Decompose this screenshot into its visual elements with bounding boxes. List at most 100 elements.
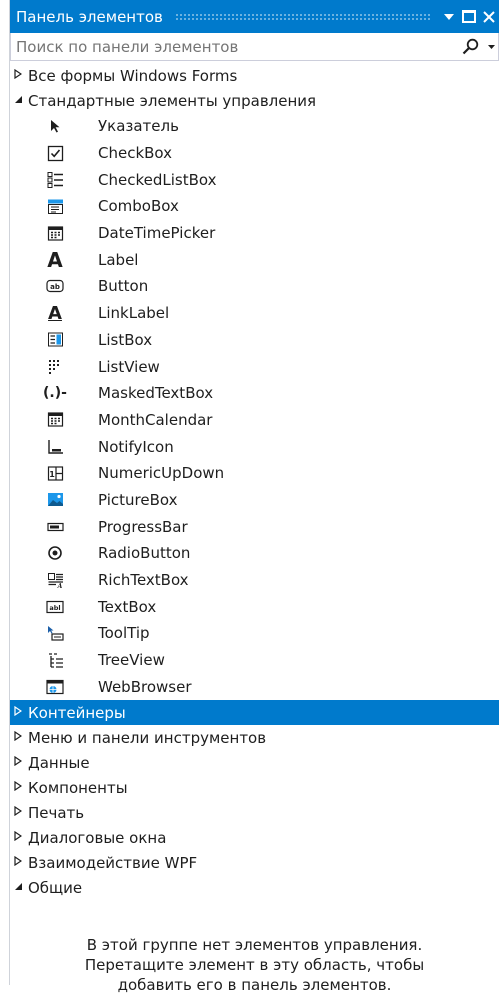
category-menus-toolbars[interactable]: Меню и панели инструментов	[10, 725, 499, 750]
item-label: CheckBox	[98, 144, 173, 163]
item-label: Label	[98, 250, 139, 269]
progressbar-icon	[46, 518, 64, 536]
listbox-icon	[46, 331, 64, 349]
toolbox-item-treeview[interactable]: TreeView	[10, 647, 499, 674]
radiobutton-icon	[46, 544, 64, 562]
toolbox-item-listview[interactable]: ListView	[10, 353, 499, 380]
category-label: Печать	[28, 803, 85, 822]
toolbox-item-pointer[interactable]: Указатель	[10, 113, 499, 140]
item-label: PictureBox	[98, 490, 178, 509]
item-label: MaskedTextBox	[98, 384, 214, 403]
toolbox-item-listbox[interactable]: ListBox	[10, 327, 499, 354]
panel-title: Панель элементов	[16, 7, 163, 26]
toolbox-item-numericupdown[interactable]: 1 NumericUpDown	[10, 460, 499, 487]
item-label: DateTimePicker	[98, 224, 216, 243]
combobox-icon	[46, 197, 64, 215]
expanded-arrow-icon[interactable]	[14, 882, 28, 894]
category-label: Меню и панели инструментов	[28, 728, 267, 747]
title-bar[interactable]: Панель элементов	[10, 0, 499, 33]
collapsed-arrow-icon[interactable]	[14, 856, 28, 869]
empty-message-line: добавить его в панель элементов.	[117, 976, 392, 995]
collapsed-arrow-icon[interactable]	[14, 731, 28, 744]
item-label: Button	[98, 277, 149, 296]
listview-icon	[46, 358, 64, 376]
item-label: TreeView	[98, 651, 165, 670]
button-icon: ab	[46, 277, 64, 295]
title-grip[interactable]	[174, 13, 431, 20]
category-label: Стандартные элементы управления	[28, 91, 317, 110]
toolbox-item-datetimepicker[interactable]: DateTimePicker	[10, 220, 499, 247]
toolbox-panel: Панель элементов Все формы Windows Forms	[9, 0, 499, 994]
toolbox-item-checkbox[interactable]: CheckBox	[10, 140, 499, 167]
toolbox-item-linklabel[interactable]: A LinkLabel	[10, 300, 499, 327]
linklabel-icon: A	[48, 302, 62, 324]
empty-message-line: В этой группе нет элементов управления.	[86, 936, 423, 955]
item-label: ToolTip	[98, 624, 150, 643]
category-printing[interactable]: Печать	[10, 800, 499, 825]
toolbox-item-checkedlistbox[interactable]: CheckedListBox	[10, 166, 499, 193]
toolbox-item-webbrowser[interactable]: WebBrowser	[10, 673, 499, 700]
category-components[interactable]: Компоненты	[10, 775, 499, 800]
search-input[interactable]	[16, 37, 462, 56]
textbox-icon: abl	[46, 598, 64, 616]
category-label: Взаимодействие WPF	[28, 853, 198, 872]
numericupdown-icon: 1	[46, 464, 64, 482]
category-label: Контейнеры	[28, 703, 126, 722]
category-label: Компоненты	[28, 778, 128, 797]
checkbox-icon	[46, 144, 64, 162]
collapsed-arrow-icon[interactable]	[14, 831, 28, 844]
treeview-icon	[46, 651, 64, 669]
category-all-windows-forms[interactable]: Все формы Windows Forms	[10, 63, 499, 88]
item-label: MonthCalendar	[98, 410, 213, 429]
item-label: RadioButton	[98, 544, 191, 563]
maskedtextbox-icon: (.)-	[43, 385, 67, 402]
item-label: RichTextBox	[98, 571, 189, 590]
toolbox-item-notifyicon[interactable]: NotifyIcon	[10, 433, 499, 460]
notifyicon-icon	[46, 438, 64, 456]
category-label: Данные	[28, 753, 90, 772]
item-label: ListView	[98, 357, 160, 376]
collapsed-arrow-icon[interactable]	[14, 756, 28, 769]
search-box[interactable]	[10, 33, 499, 61]
toolbox-item-maskedtextbox[interactable]: (.)- MaskedTextBox	[10, 380, 499, 407]
svg-text:abl: abl	[49, 604, 60, 612]
category-containers[interactable]: Контейнеры	[10, 700, 499, 726]
maximize-icon[interactable]	[459, 5, 479, 29]
category-standard-controls[interactable]: Стандартные элементы управления	[10, 88, 499, 113]
svg-text:ab: ab	[50, 283, 60, 291]
toolbox-item-radiobutton[interactable]: RadioButton	[10, 540, 499, 567]
item-label: Указатель	[98, 117, 179, 136]
expanded-arrow-icon[interactable]	[14, 95, 28, 107]
category-data[interactable]: Данные	[10, 750, 499, 775]
category-general[interactable]: Общие	[10, 875, 499, 900]
item-label: TextBox	[98, 597, 157, 616]
toolbox-item-tooltip[interactable]: ToolTip	[10, 620, 499, 647]
toolbox-item-button[interactable]: ab Button	[10, 273, 499, 300]
search-options-dropdown-icon[interactable]	[488, 42, 498, 52]
pointer-icon	[46, 117, 64, 135]
empty-group-message: В этой группе нет элементов управления. …	[10, 935, 499, 995]
window-position-dropdown-icon[interactable]	[439, 5, 459, 29]
tooltip-icon	[46, 624, 64, 642]
category-dialogs[interactable]: Диалоговые окна	[10, 825, 499, 850]
item-label: ComboBox	[98, 197, 179, 216]
toolbox-item-combobox[interactable]: ComboBox	[10, 193, 499, 220]
category-wpf-interop[interactable]: Взаимодействие WPF	[10, 850, 499, 875]
toolbox-item-label[interactable]: A Label	[10, 246, 499, 273]
toolbox-item-textbox[interactable]: abl TextBox	[10, 593, 499, 620]
toolbox-item-richtextbox[interactable]: A RichTextBox	[10, 567, 499, 594]
item-label: NotifyIcon	[98, 437, 174, 456]
toolbox-item-picturebox[interactable]: PictureBox	[10, 487, 499, 514]
collapsed-arrow-icon[interactable]	[14, 781, 28, 794]
search-icon[interactable]	[462, 38, 488, 55]
collapsed-arrow-icon[interactable]	[14, 806, 28, 819]
collapsed-arrow-icon[interactable]	[14, 68, 28, 82]
item-label: WebBrowser	[98, 677, 192, 696]
close-icon[interactable]	[479, 5, 499, 29]
label-icon: A	[47, 247, 63, 272]
item-label: CheckedListBox	[98, 170, 217, 189]
toolbox-item-progressbar[interactable]: ProgressBar	[10, 513, 499, 540]
toolbox-item-monthcalendar[interactable]: MonthCalendar	[10, 407, 499, 434]
monthcalendar-icon	[46, 411, 64, 429]
collapsed-arrow-icon[interactable]	[14, 706, 28, 719]
